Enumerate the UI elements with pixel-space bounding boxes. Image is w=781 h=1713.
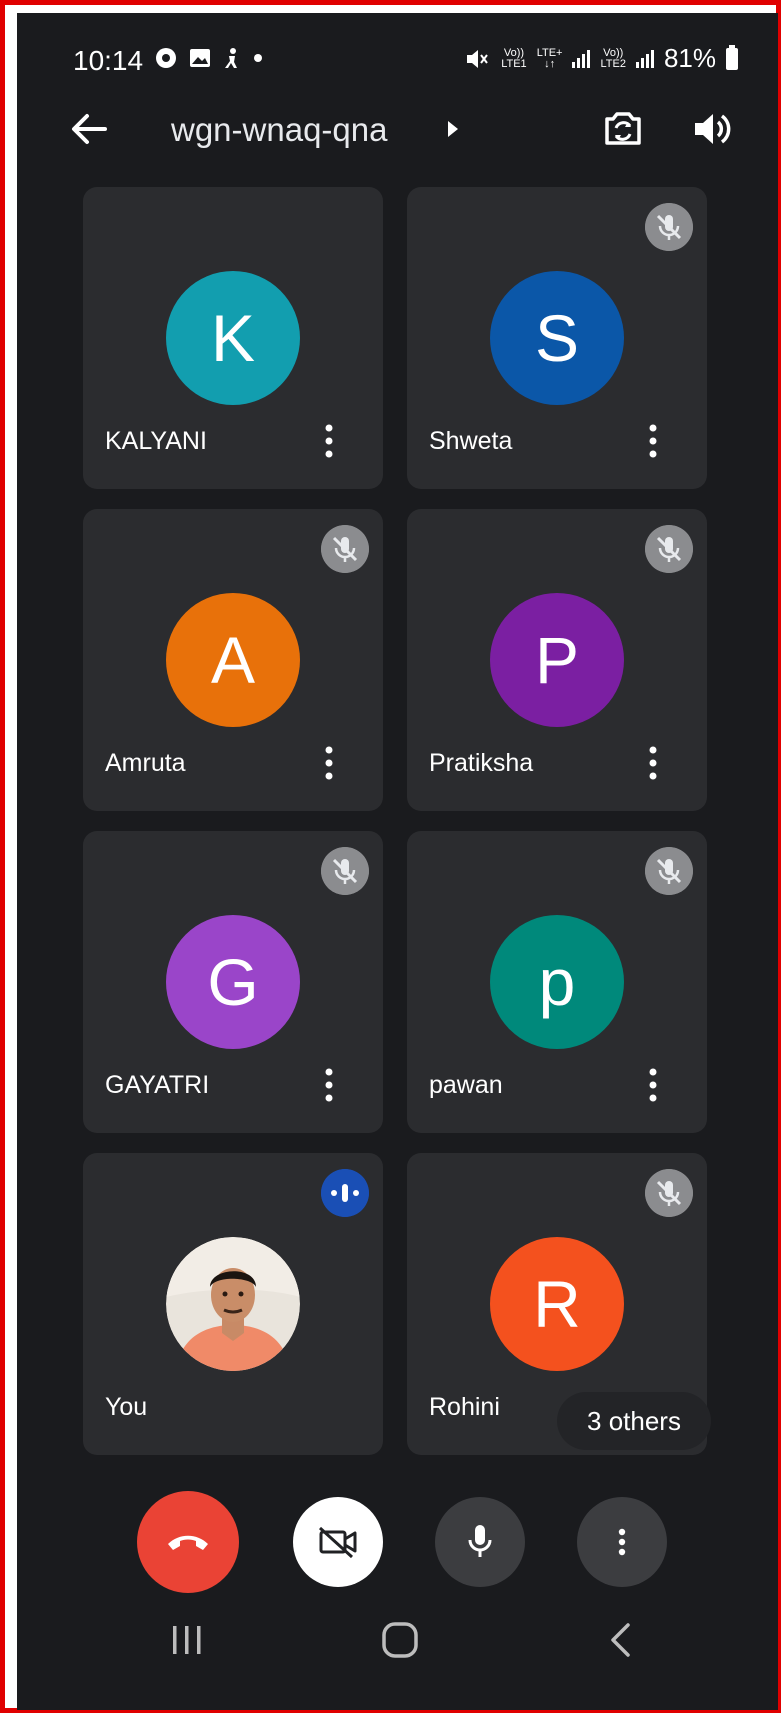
participant-name: KALYANI (105, 427, 207, 455)
participant-name: Amruta (105, 749, 186, 777)
back-arrow-icon[interactable] (67, 107, 111, 151)
avatar: A (166, 593, 300, 727)
more-vert-icon[interactable] (643, 421, 663, 461)
more-options-button[interactable] (577, 1497, 667, 1587)
participant-name: GAYATRI (105, 1071, 210, 1099)
avatar: R (490, 1237, 624, 1371)
battery-icon (726, 44, 738, 70)
lte1-label: LTE1 (501, 57, 527, 70)
status-bar: 10:14 Vo)) LTE1 LTE+ ↓↑ Vo)) LTE2 81% (17, 13, 778, 83)
sim1-labels: Vo)) LTE1 (501, 46, 527, 70)
recents-icon[interactable] (169, 1623, 205, 1657)
participant-tile-shweta[interactable]: S Shweta (407, 187, 707, 489)
more-vert-icon[interactable] (643, 743, 663, 783)
phone-hangup-icon (168, 1535, 208, 1550)
meeting-code[interactable]: wgn-wnaq-qna (171, 111, 387, 149)
participant-tile-pawan[interactable]: p pawan (407, 831, 707, 1133)
participant-tile-pratiksha[interactable]: P Pratiksha (407, 509, 707, 811)
volte2-label: Vo)) (603, 46, 624, 59)
gallery-icon (190, 49, 210, 67)
camera-toggle-button[interactable] (293, 1497, 383, 1587)
mic-off-icon (645, 525, 693, 573)
mute-notification-icon (467, 49, 489, 68)
meet-screen: 10:14 Vo)) LTE1 LTE+ ↓↑ Vo)) LTE2 81% wg… (17, 13, 778, 1710)
speaking-indicator-icon (321, 1169, 369, 1217)
avatar: P (490, 593, 624, 727)
signal1-icon (572, 49, 591, 68)
status-left-icons (155, 47, 263, 69)
avatar: G (166, 915, 300, 1049)
lte-plus-label: LTE+ (536, 46, 563, 59)
more-vert-icon[interactable] (319, 421, 339, 461)
others-chip[interactable]: 3 others (557, 1392, 711, 1450)
mic-off-icon (321, 525, 369, 573)
mic-icon (468, 1525, 492, 1557)
participant-name: Pratiksha (429, 749, 534, 777)
more-vert-icon[interactable] (319, 743, 339, 783)
end-call-button[interactable] (137, 1491, 239, 1593)
avatar: K (166, 271, 300, 405)
mic-off-icon (645, 203, 693, 251)
more-vert-icon (618, 1528, 626, 1556)
data-arrows-icon: ↓↑ (544, 57, 556, 70)
more-vert-icon[interactable] (319, 1065, 339, 1105)
nav-back-icon[interactable] (607, 1621, 633, 1659)
participant-name: Rohini (429, 1393, 500, 1421)
switch-camera-icon[interactable] (599, 105, 647, 153)
home-icon[interactable] (381, 1621, 419, 1659)
avatar: p (490, 915, 624, 1049)
participant-tile-kalyani[interactable]: K KALYANI (83, 187, 383, 489)
status-right: Vo)) LTE1 LTE+ ↓↑ Vo)) LTE2 81% (465, 43, 738, 74)
speaker-icon[interactable] (687, 105, 735, 153)
avatar: S (490, 271, 624, 405)
participant-tile-you[interactable]: You (83, 1153, 383, 1455)
user-photo-avatar (166, 1237, 300, 1371)
notification-dot-icon (254, 54, 262, 62)
participant-name: Shweta (429, 427, 513, 455)
lte2-label: LTE2 (600, 57, 626, 70)
sim2-labels: Vo)) LTE2 (600, 46, 626, 70)
volte1-label: Vo)) (503, 46, 525, 59)
more-vert-icon[interactable] (643, 1065, 663, 1105)
mic-off-icon (321, 847, 369, 895)
battery-percent: 81% (663, 43, 716, 73)
status-time: 10:14 (73, 45, 144, 76)
participant-name: pawan (429, 1071, 503, 1099)
chevron-right-icon[interactable] (445, 119, 461, 139)
video-off-icon (318, 1526, 357, 1559)
mic-toggle-button[interactable] (435, 1497, 525, 1587)
chrome-icon (156, 48, 176, 68)
person-walk-icon (225, 48, 237, 68)
top-bar: wgn-wnaq-qna (17, 93, 778, 163)
participant-tile-amruta[interactable]: A Amruta (83, 509, 383, 811)
participant-tile-gayatri[interactable]: G GAYATRI (83, 831, 383, 1133)
screenshot-frame: 10:14 Vo)) LTE1 LTE+ ↓↑ Vo)) LTE2 81% wg… (0, 0, 781, 1713)
lte-plus-wrap: LTE+ ↓↑ (536, 46, 563, 70)
mic-off-icon (645, 847, 693, 895)
mic-off-icon (645, 1169, 693, 1217)
participant-name: You (105, 1393, 148, 1421)
signal2-icon (635, 49, 654, 68)
